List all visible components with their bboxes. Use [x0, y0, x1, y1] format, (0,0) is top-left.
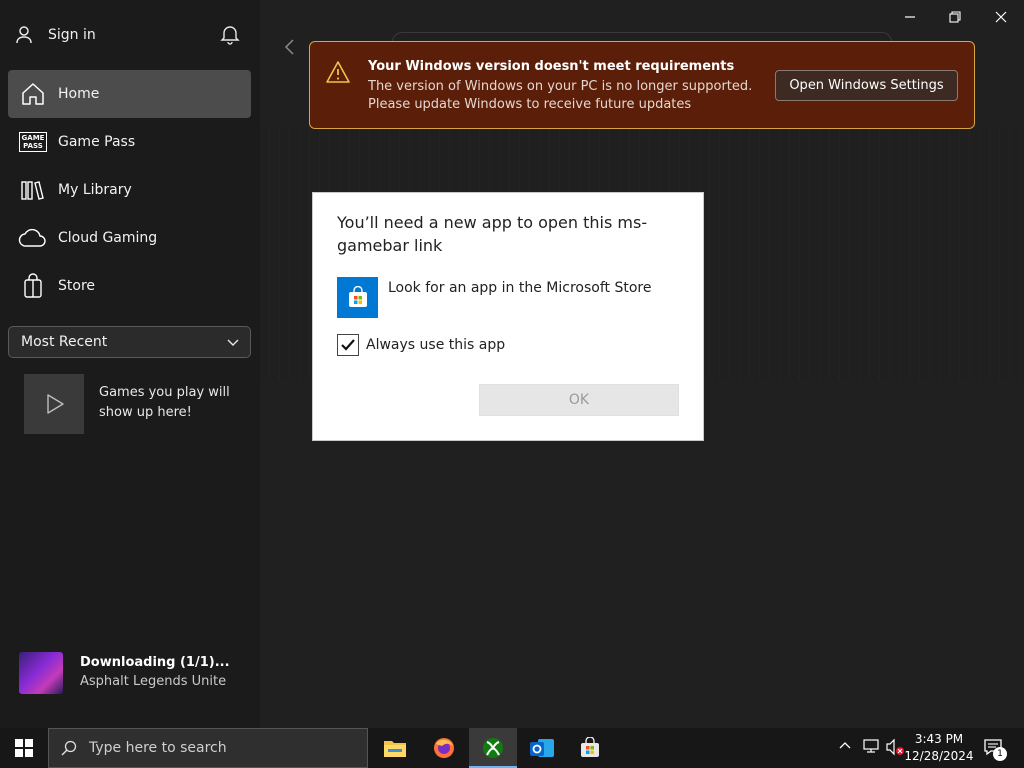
banner-message-line: The version of Windows on your PC is no …: [368, 79, 753, 94]
close-icon: [995, 11, 1007, 23]
sort-dropdown-value: Most Recent: [21, 334, 108, 350]
sidebar-item-label: My Library: [58, 182, 132, 198]
taskbar: Type here to search 3:43 PM 12/28/2024 1: [0, 728, 1024, 768]
search-icon: [61, 740, 77, 756]
bell-icon: [220, 26, 240, 45]
library-icon: [8, 179, 58, 201]
taskbar-firefox[interactable]: [420, 728, 468, 768]
sidebar-item-home[interactable]: Home: [8, 70, 251, 118]
clock-date: 12/28/2024: [904, 749, 974, 763]
open-windows-settings-button[interactable]: Open Windows Settings: [775, 70, 958, 101]
store-option-label[interactable]: Look for an app in the Microsoft Store: [388, 280, 651, 296]
taskbar-microsoft-store[interactable]: [566, 728, 614, 768]
dialog-title: You’ll need a new app to open this ms-ga…: [337, 213, 648, 255]
sidebar-item-label: Game Pass: [58, 134, 136, 150]
minimize-icon: [905, 16, 915, 18]
banner-title: Your Windows version doesn't meet requir…: [368, 59, 735, 74]
start-button[interactable]: [0, 728, 48, 768]
person-icon: [16, 26, 32, 44]
microsoft-store-icon[interactable]: [337, 277, 378, 318]
store-icon: [581, 737, 599, 757]
checkmark-icon: [341, 339, 355, 351]
notification-count-badge: 1: [993, 747, 1007, 761]
banner-message-line: Please update Windows to receive future …: [368, 97, 692, 112]
chevron-down-icon: [227, 339, 239, 346]
game-thumbnail[interactable]: [19, 652, 63, 694]
store-bag-icon: [8, 273, 58, 299]
network-icon: [863, 739, 879, 753]
ok-button[interactable]: OK: [479, 384, 679, 416]
show-hidden-icons-button[interactable]: [838, 738, 852, 752]
taskbar-file-explorer[interactable]: [371, 728, 419, 768]
clock-time: 3:43 PM: [914, 732, 964, 746]
outlook-icon: [530, 739, 554, 757]
chevron-left-icon: [284, 39, 294, 55]
sidebar-item-my-library[interactable]: My Library: [8, 166, 251, 214]
volume-button[interactable]: [885, 738, 905, 756]
always-use-checkbox[interactable]: [337, 334, 359, 356]
sidebar-item-cloud-gaming[interactable]: Cloud Gaming: [8, 214, 251, 262]
close-button[interactable]: [991, 8, 1011, 26]
xbox-icon: [483, 738, 503, 758]
windows-logo-icon: [15, 739, 33, 757]
gamepass-icon: GAME PASS: [8, 132, 58, 152]
taskbar-search-placeholder: Type here to search: [89, 740, 227, 756]
open-with-dialog: You’ll need a new app to open this ms-ga…: [312, 192, 704, 441]
play-icon: [47, 394, 64, 414]
back-button[interactable]: [283, 38, 297, 60]
system-clock[interactable]: 3:43 PM 12/28/2024: [903, 731, 975, 765]
taskbar-xbox[interactable]: [469, 728, 517, 768]
sign-in-label: Sign in: [48, 27, 96, 43]
cloud-icon: [8, 228, 58, 248]
banner-message: The version of Windows on your PC is no …: [368, 78, 768, 114]
windows-version-warning-banner: Your Windows version doesn't meet requir…: [309, 41, 975, 129]
sidebar-item-store[interactable]: Store: [8, 262, 251, 310]
taskbar-outlook[interactable]: [518, 728, 566, 768]
sidebar-item-game-pass[interactable]: GAME PASS Game Pass: [8, 118, 251, 166]
network-button[interactable]: [862, 738, 880, 754]
firefox-icon: [434, 738, 454, 758]
notifications-button[interactable]: [219, 23, 241, 49]
minimize-button[interactable]: [900, 8, 920, 26]
sign-in-button[interactable]: Sign in: [14, 22, 96, 48]
volume-muted-icon: [886, 738, 904, 756]
sidebar-item-label: Home: [58, 86, 100, 102]
taskbar-search-box[interactable]: Type here to search: [48, 728, 368, 768]
always-use-label[interactable]: Always use this app: [366, 337, 505, 353]
sort-dropdown[interactable]: Most Recent: [8, 326, 251, 358]
download-status[interactable]: Downloading (1/1)...: [80, 655, 230, 670]
restore-button[interactable]: [945, 8, 965, 26]
restore-icon: [949, 11, 961, 23]
recent-game-placeholder: [24, 374, 84, 434]
sidebar-item-label: Cloud Gaming: [58, 230, 158, 246]
recent-placeholder-text: Games you play will show up here!: [99, 385, 230, 420]
warning-icon: [326, 61, 350, 83]
chevron-up-icon: [839, 742, 851, 749]
home-icon: [8, 81, 58, 107]
sidebar-item-label: Store: [58, 278, 96, 294]
download-game-name: Asphalt Legends Unite: [80, 674, 227, 689]
sidebar: Sign in Home GAME PASS Game Pass My Libr…: [0, 0, 260, 728]
folder-icon: [384, 741, 406, 757]
